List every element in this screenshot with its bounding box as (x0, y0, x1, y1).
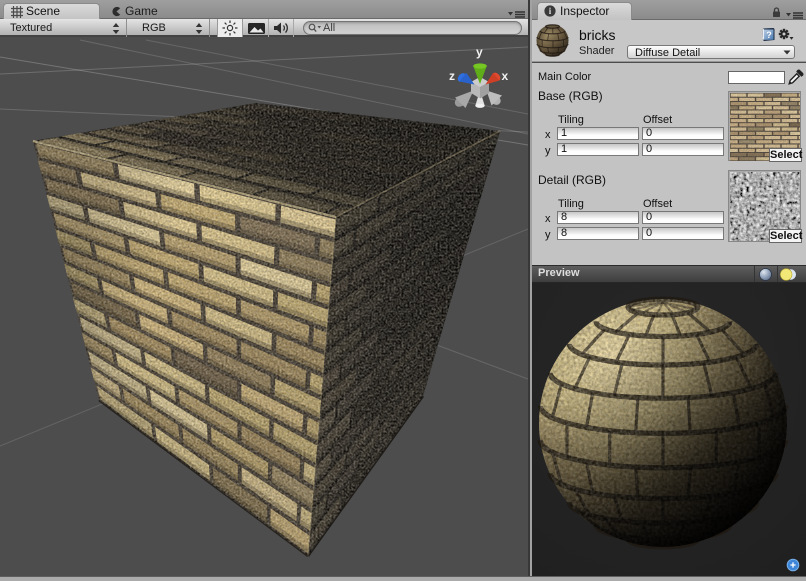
svg-text:?: ? (766, 30, 772, 40)
svg-text:y: y (476, 45, 483, 59)
svg-text:z: z (449, 69, 455, 83)
svg-text:x: x (502, 69, 509, 83)
